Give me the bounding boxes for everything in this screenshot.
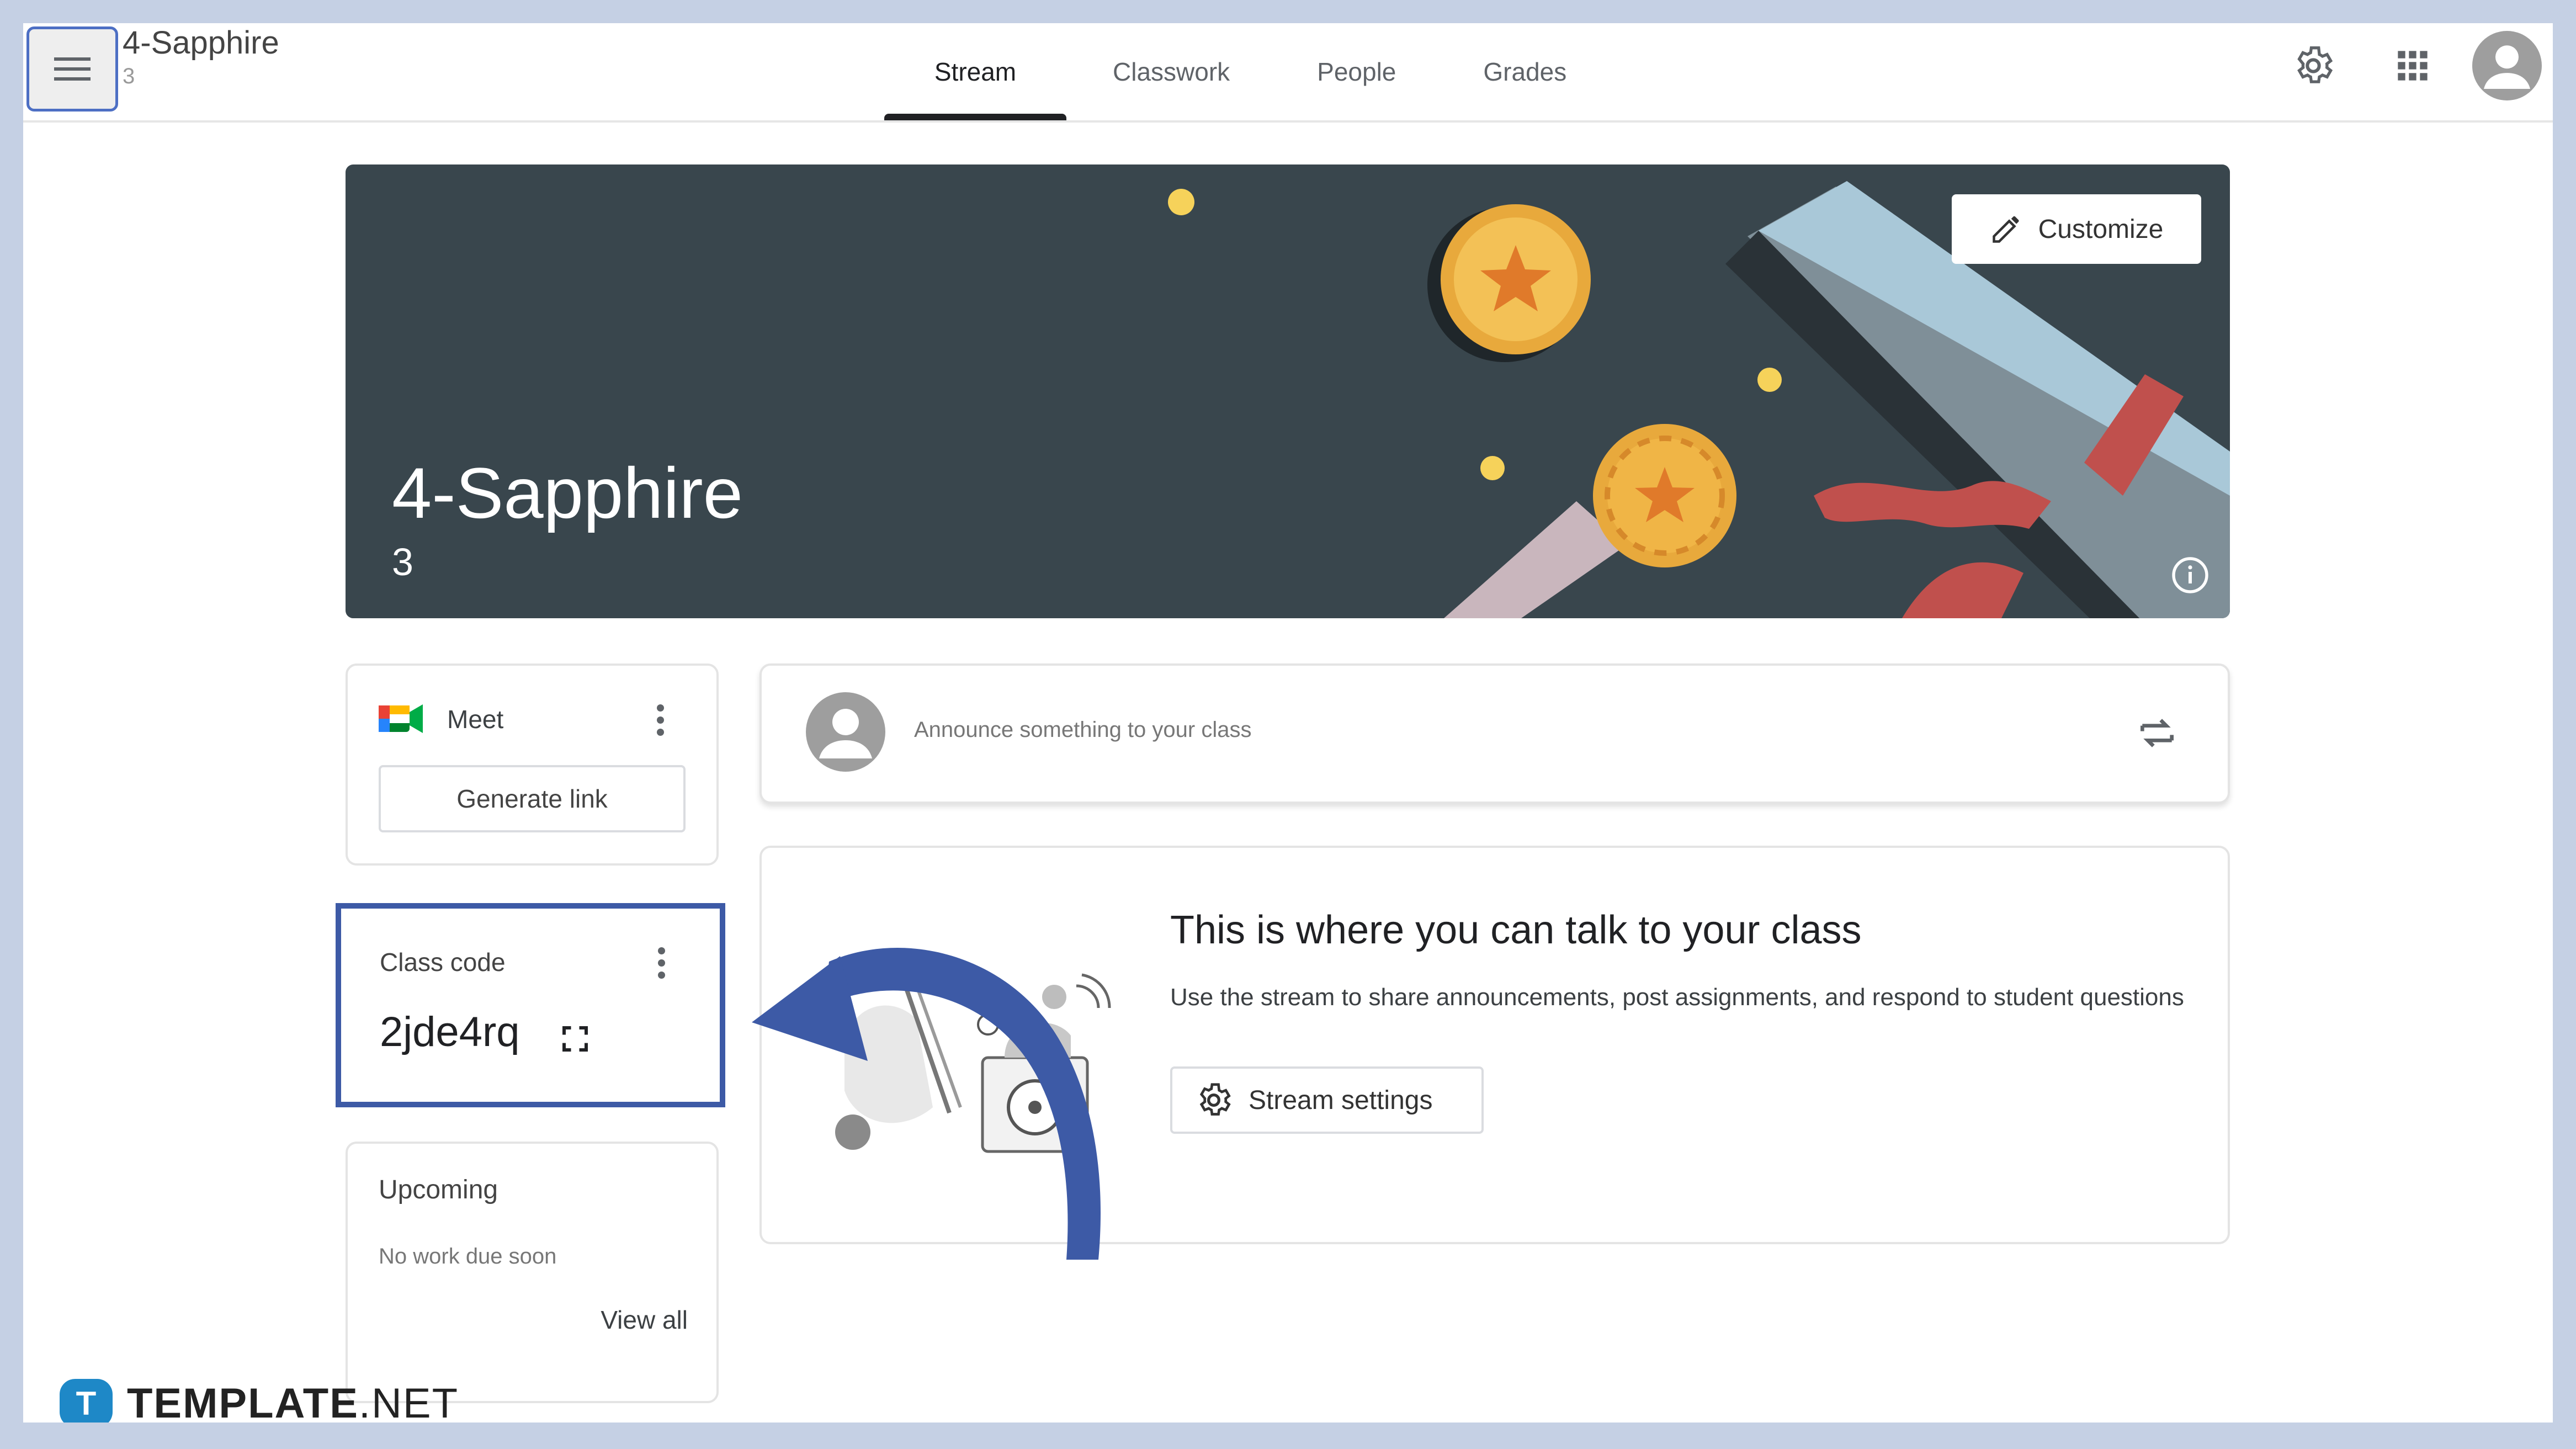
class-code-value: 2jde4rq — [380, 1009, 520, 1055]
graduation-illustration — [1168, 181, 2230, 618]
account-avatar[interactable] — [2472, 31, 2542, 100]
template-logo-text: TEMPLATE.NET — [127, 1379, 459, 1423]
gear-icon — [1199, 1083, 1231, 1116]
stream-settings-label: Stream settings — [1249, 1085, 1433, 1115]
repost-icon[interactable] — [2135, 711, 2179, 755]
customize-label: Customize — [2038, 214, 2164, 244]
announce-card[interactable]: Announce something to your class — [759, 664, 2230, 804]
stream-intro-card: This is where you can talk to your class… — [759, 846, 2230, 1244]
stream-intro-description: Use the stream to share announcements, p… — [1170, 984, 2184, 1011]
user-icon — [2484, 45, 2530, 89]
main-menu-button[interactable] — [26, 26, 118, 112]
meet-label: Meet — [447, 705, 504, 734]
customize-button[interactable]: Customize — [1952, 194, 2201, 264]
class-code-label: Class code — [380, 948, 506, 976]
meet-more-options-icon[interactable] — [657, 704, 664, 736]
tab-bar: Stream Classwork People Grades — [884, 23, 1580, 120]
apps-button[interactable] — [2380, 33, 2446, 99]
banner-subtitle: 3 — [392, 540, 413, 583]
class-code-card: Class code 2jde4rq — [336, 903, 725, 1107]
tab-grades[interactable]: Grades — [1470, 23, 1580, 120]
class-section: 3 — [123, 64, 135, 88]
announce-input[interactable]: Announce something to your class — [914, 718, 1251, 742]
meet-card: Meet Generate link — [346, 664, 719, 866]
upcoming-label: Upcoming — [379, 1175, 498, 1204]
template-net-logo: T TEMPLATE.NET — [60, 1379, 459, 1423]
stream-intro-title: This is where you can talk to your class — [1170, 908, 1862, 952]
apps-grid-icon — [2398, 51, 2428, 81]
banner-title: 4-Sapphire — [392, 453, 743, 533]
top-actions — [2247, 31, 2542, 100]
class-banner: 4-Sapphire 3 Customize — [346, 164, 2230, 618]
stream-settings-button[interactable]: Stream settings — [1170, 1066, 1484, 1134]
meet-icon — [379, 704, 423, 733]
user-icon — [819, 709, 872, 758]
tab-people[interactable]: People — [1304, 23, 1409, 120]
fullscreen-icon[interactable] — [559, 1022, 592, 1055]
stream-illustration — [835, 960, 1111, 1153]
tab-classwork[interactable]: Classwork — [1100, 23, 1243, 120]
tab-stream[interactable]: Stream — [884, 23, 1066, 120]
hamburger-icon — [54, 57, 91, 81]
upcoming-empty-text: No work due soon — [379, 1244, 557, 1268]
class-settings-button[interactable] — [2280, 33, 2346, 99]
view-all-link[interactable]: View all — [601, 1305, 688, 1335]
top-bar: 4-Sapphire 3 Stream Classwork People Gra… — [23, 23, 2553, 123]
class-title[interactable]: 4-Sapphire — [123, 24, 279, 61]
pencil-icon — [1992, 216, 2019, 243]
generate-link-button[interactable]: Generate link — [379, 765, 686, 832]
info-icon[interactable] — [2170, 555, 2210, 595]
class-code-more-options-icon[interactable] — [658, 947, 665, 979]
gear-icon — [2297, 46, 2333, 83]
upcoming-card: Upcoming No work due soon View all — [346, 1142, 719, 1403]
template-logo-icon: T — [60, 1379, 113, 1423]
announce-avatar — [806, 692, 885, 772]
app-window: 4-Sapphire 3 Stream Classwork People Gra… — [23, 23, 2553, 1423]
